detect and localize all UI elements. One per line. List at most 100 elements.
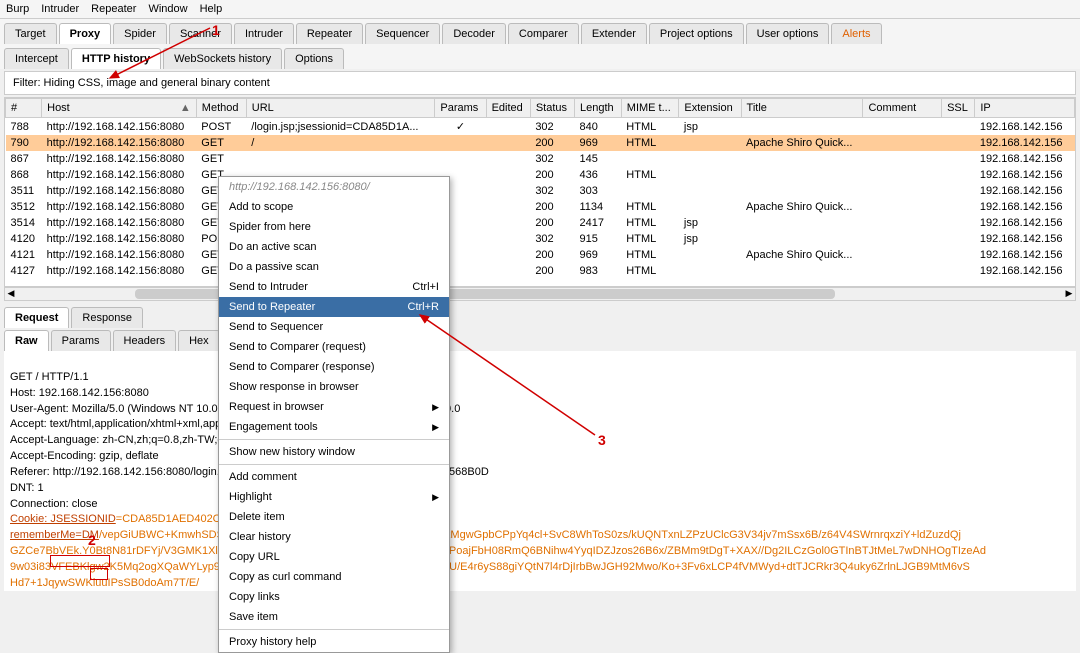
table-row[interactable]: 4127http://192.168.142.156:8080GET200983… (6, 263, 1075, 279)
submenu-arrow-icon: ▶ (432, 402, 439, 413)
main-tab-target[interactable]: Target (4, 23, 57, 44)
dnt-header: DNT: 1 (10, 482, 44, 494)
context-menu-delete-item[interactable]: Delete item (219, 507, 449, 527)
host-header: Host: 192.168.142.156:8080 (10, 387, 149, 399)
context-menu-highlight[interactable]: Highlight▶ (219, 487, 449, 507)
table-row[interactable]: 788http://192.168.142.156:8080POST/login… (6, 118, 1075, 136)
context-menu-separator (219, 464, 449, 465)
table-row[interactable]: 868http://192.168.142.156:8080GET200436H… (6, 167, 1075, 183)
sub-tabs: InterceptHTTP historyWebSockets historyO… (0, 44, 1080, 69)
main-tab-repeater[interactable]: Repeater (296, 23, 363, 44)
scroll-right-icon[interactable]: ▶ (1063, 288, 1075, 300)
column-header-extension[interactable]: Extension (679, 99, 741, 118)
table-row[interactable]: 3512http://192.168.142.156:8080GET200113… (6, 199, 1075, 215)
context-menu: http://192.168.142.156:8080/ Add to scop… (218, 176, 450, 653)
remember-me-cookie: rememberMe=DM/vepGiUBWC+KmwhSDS6 dHlaGN+… (10, 529, 961, 541)
menu-help[interactable]: Help (200, 3, 223, 15)
table-row[interactable]: 3514http://192.168.142.156:8080GET200241… (6, 215, 1075, 231)
accept-header: Accept: text/html,application/xhtml+xml,… (10, 418, 221, 430)
connection-header: Connection: close (10, 498, 97, 510)
column-header-host[interactable]: Host ▲ (42, 99, 197, 118)
column-header-edited[interactable]: Edited (486, 99, 530, 118)
main-tab-project-options[interactable]: Project options (649, 23, 744, 44)
menu-bar: Burp Intruder Repeater Window Help (0, 0, 1080, 19)
request-content[interactable]: GET / HTTP/1.1 Host: 192.168.142.156:808… (4, 351, 1076, 591)
menu-intruder[interactable]: Intruder (41, 3, 79, 15)
context-menu-separator (219, 629, 449, 630)
context-menu-show-new-history-window[interactable]: Show new history window (219, 442, 449, 462)
menu-window[interactable]: Window (148, 3, 187, 15)
column-header-url[interactable]: URL (246, 99, 435, 118)
context-menu-clear-history[interactable]: Clear history (219, 527, 449, 547)
tab-response[interactable]: Response (71, 307, 143, 328)
column-header-mime-t-[interactable]: MIME t... (621, 99, 679, 118)
main-tab-extender[interactable]: Extender (581, 23, 647, 44)
column-header-params[interactable]: Params (435, 99, 486, 118)
context-menu-proxy-history-help[interactable]: Proxy history help (219, 632, 449, 652)
table-row[interactable]: 867http://192.168.142.156:8080GET3021451… (6, 151, 1075, 167)
tab-headers[interactable]: Headers (113, 330, 177, 351)
annotation-2: 2 (88, 532, 96, 548)
sub-tab-options[interactable]: Options (284, 48, 344, 69)
context-menu-engagement-tools[interactable]: Engagement tools▶ (219, 417, 449, 437)
main-tab-proxy[interactable]: Proxy (59, 23, 112, 44)
main-tab-alerts[interactable]: Alerts (831, 23, 881, 44)
tab-hex[interactable]: Hex (178, 330, 220, 351)
context-menu-do-a-passive-scan[interactable]: Do a passive scan (219, 257, 449, 277)
context-menu-save-item[interactable]: Save item (219, 607, 449, 627)
main-tab-spider[interactable]: Spider (113, 23, 167, 44)
annotation-1: 1 (212, 22, 220, 38)
horizontal-scrollbar[interactable]: ◀ ▶ (4, 287, 1076, 301)
table-row[interactable]: 4120http://192.168.142.156:8080POST30291… (6, 231, 1075, 247)
remember-me-line3: 9w03i83VFEBKlgw2K5Mq2ogXQaWYLyp9xi SMzCE… (10, 561, 970, 573)
column-header-method[interactable]: Method (196, 99, 246, 118)
column-header-ssl[interactable]: SSL (942, 99, 975, 118)
column-header-title[interactable]: Title (741, 99, 863, 118)
sub-tab-websockets-history[interactable]: WebSockets history (163, 48, 282, 69)
http-history-table: #Host ▲MethodURLParamsEditedStatusLength… (4, 97, 1076, 287)
column-header-ip[interactable]: IP (975, 99, 1075, 118)
column-header--[interactable]: # (6, 99, 42, 118)
main-tab-scanner[interactable]: Scanner (169, 23, 232, 44)
context-menu-show-response-in-browser[interactable]: Show response in browser (219, 377, 449, 397)
main-tab-comparer[interactable]: Comparer (508, 23, 579, 44)
sub-tab-intercept[interactable]: Intercept (4, 48, 69, 69)
submenu-arrow-icon: ▶ (432, 492, 439, 503)
accept-encoding-header: Accept-Encoding: gzip, deflate (10, 450, 159, 462)
context-menu-copy-links[interactable]: Copy links (219, 587, 449, 607)
accept-language-header: Accept-Language: zh-CN,zh;q=0.8,zh-TW;q (10, 434, 224, 446)
context-menu-copy-as-curl-command[interactable]: Copy as curl command (219, 567, 449, 587)
context-menu-copy-url[interactable]: Copy URL (219, 547, 449, 567)
context-menu-send-to-sequencer[interactable]: Send to Sequencer (219, 317, 449, 337)
column-header-comment[interactable]: Comment (863, 99, 942, 118)
context-menu-spider-from-here[interactable]: Spider from here (219, 217, 449, 237)
main-tab-intruder[interactable]: Intruder (234, 23, 294, 44)
context-menu-request-in-browser[interactable]: Request in browser▶ (219, 397, 449, 417)
remember-me-line2: GZCe7BbVEk.Y0Bt8N81rDFYj/V3GMK1Xl3W ORCU… (10, 545, 986, 557)
context-menu-send-to-repeater[interactable]: Send to RepeaterCtrl+R (219, 297, 449, 317)
context-menu-do-an-active-scan[interactable]: Do an active scan (219, 237, 449, 257)
column-header-length[interactable]: Length (575, 99, 622, 118)
context-menu-send-to-comparer-request-[interactable]: Send to Comparer (request) (219, 337, 449, 357)
main-tab-sequencer[interactable]: Sequencer (365, 23, 440, 44)
main-tab-user-options[interactable]: User options (746, 23, 830, 44)
menu-burp[interactable]: Burp (6, 3, 29, 15)
context-menu-send-to-comparer-response-[interactable]: Send to Comparer (response) (219, 357, 449, 377)
main-tab-decoder[interactable]: Decoder (442, 23, 506, 44)
jsessionid-highlight-box (50, 555, 110, 567)
table-row[interactable]: 4121http://192.168.142.156:8080GET200969… (6, 247, 1075, 263)
tab-params[interactable]: Params (51, 330, 111, 351)
table-row[interactable]: 3511http://192.168.142.156:8080GET302303… (6, 183, 1075, 199)
menu-repeater[interactable]: Repeater (91, 3, 136, 15)
tab-request[interactable]: Request (4, 307, 69, 328)
filter-bar[interactable]: Filter: Hiding CSS, image and general bi… (4, 71, 1076, 95)
table-row[interactable]: 790http://192.168.142.156:8080GET/200969… (6, 135, 1075, 151)
column-header-status[interactable]: Status (530, 99, 574, 118)
context-menu-send-to-intruder[interactable]: Send to IntruderCtrl+I (219, 277, 449, 297)
context-menu-add-comment[interactable]: Add comment (219, 467, 449, 487)
tab-raw[interactable]: Raw (4, 330, 49, 351)
sub-tab-http-history[interactable]: HTTP history (71, 48, 161, 69)
context-menu-add-to-scope[interactable]: Add to scope (219, 197, 449, 217)
annotation-3: 3 (598, 432, 606, 448)
scroll-left-icon[interactable]: ◀ (5, 288, 17, 300)
